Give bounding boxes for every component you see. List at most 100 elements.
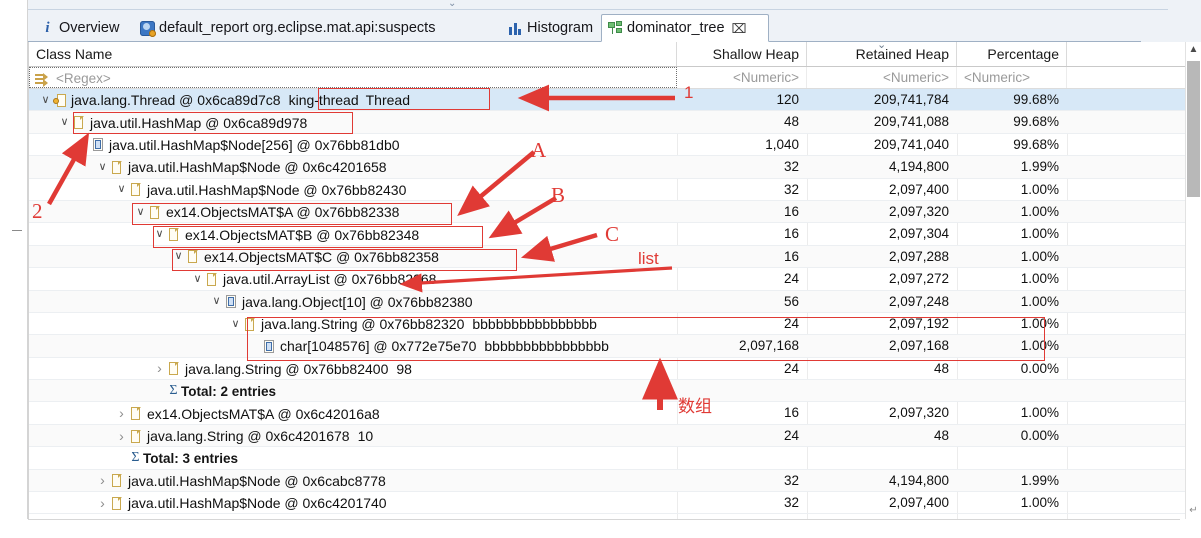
table-row[interactable]: ex14.ObjectsMAT$A @ 0x76bb82338 16 2,097,3… [29,200,1201,224]
collapse-twisty-icon[interactable] [134,207,147,218]
array-object-icon [225,294,238,309]
collapse-twisty-icon[interactable] [58,117,71,128]
tab-dominator-tree[interactable]: dominator_tree ⌧ [601,14,769,42]
table-row[interactable]: java.util.HashMap$Node[256] @ 0x76bb81db… [29,134,1201,157]
scroll-down-arrow-icon[interactable]: ↵ [1186,503,1201,519]
cell-shallow-heap: 16 [783,405,799,421]
table-row[interactable]: java.lang.Thread @ 0x6ca89d7c8 king-threa… [29,89,1201,112]
vertical-scrollbar[interactable]: ▲ ↵ [1185,42,1201,519]
object-icon [111,160,124,175]
table-row[interactable]: ex14.ObjectsMAT$A @ 0x6c42016a8 16 2,097,3… [29,402,1201,425]
table-header-row: Class Name Shallow Heap Retained Heap ⌄ … [29,39,1201,67]
cell-retained-heap [807,380,957,402]
cell-class-name: ex14.ObjectsMAT$A @ 0x76bb82338 [134,201,399,223]
sort-indicator-icon: ⌄ [877,39,887,51]
collapse-twisty-icon[interactable] [153,229,166,240]
table-row[interactable]: java.util.HashMap$Node @ 0x6c4201740 32 2,… [29,492,1201,515]
filter-retained-heap[interactable]: <Numeric> [807,67,957,88]
expand-twisty-icon[interactable] [115,406,128,421]
cell-class-name: java.util.ArrayList @ 0x76bb82368 [191,268,436,290]
table-row[interactable]: java.util.HashMap$Node @ 0x6c4201658 32 4,… [29,156,1201,179]
table-row[interactable]: java.lang.String @ 0x76bb82320 bbbbbbbbbb… [29,313,1201,336]
collapse-twisty-icon[interactable] [96,162,109,173]
tab-overview[interactable]: i Overview [34,14,132,42]
object-value: bbbbbbbbbbbbbbbb [472,316,597,333]
cell-class-name: java.lang.Thread @ 0x6ca89d7c8 king-threa… [39,89,410,111]
object-label: java.lang.String @ 0x76bb82320 [261,316,465,333]
cell-retained-heap: 209,741,040 [873,136,949,152]
cell-class-name: java.util.HashMap$Node @ 0x6c4201658 [96,156,387,178]
column-header-class-name[interactable]: Class Name [29,42,677,66]
tab-histogram[interactable]: Histogram [502,14,600,42]
cell-class-name: java.util.HashMap$Node @ 0x6cabc8778 [96,470,386,492]
cell-shallow-heap: 24 [783,271,799,287]
cell-percentage [957,380,1067,402]
filter-percentage[interactable]: <Numeric> [957,67,1067,88]
object-value: 10 [357,428,374,445]
close-icon[interactable]: ⌧ [732,22,747,35]
collapse-twisty-icon[interactable] [210,296,223,307]
table-row[interactable]: java.lang.String @ 0x76bb82400 98 24 48 0.00… [29,358,1201,381]
object-label: java.util.HashMap$Node @ 0x76bb82430 [147,181,407,198]
scrollbar-thumb[interactable] [1187,61,1200,197]
filter-shallow-heap[interactable]: <Numeric> [677,67,807,88]
expand-twisty-icon[interactable] [96,496,109,511]
cell-shallow-heap [677,380,807,402]
object-icon [168,361,181,376]
cell-percentage: 99.68% [1013,92,1059,107]
table-row[interactable]: java.util.HashMap @ 0x6ca89d978 48 209,741… [29,111,1201,134]
thread-object-icon [53,93,67,108]
collapse-twisty-icon[interactable] [39,95,52,106]
table-row[interactable]: ex14.ObjectsMAT$B @ 0x76bb82348 16 2,097,3… [29,223,1201,246]
cell-class-name: Σ Total: 3 entries [115,447,238,469]
dominator-tree-icon [608,20,623,36]
cell-percentage: 1.00% [1020,405,1059,421]
cell-class-name: java.util.HashMap$Node[256] @ 0x76bb81db… [77,134,400,156]
expand-twisty-icon[interactable] [115,429,128,444]
object-label: ex14.ObjectsMAT$A @ 0x6c42016a8 [147,405,380,422]
object-icon [206,272,219,287]
table-row[interactable]: java.lang.Object[10] @ 0x76bb82380 56 2,09… [29,290,1201,313]
total-row-label: Total: 2 entries [181,383,277,399]
object-label: java.lang.String @ 0x76bb82400 [185,360,389,377]
column-header-shallow-heap[interactable]: Shallow Heap [677,42,807,66]
column-header-percentage[interactable]: Percentage [957,42,1067,66]
cell-shallow-heap: 32 [783,472,799,488]
cell-percentage: 99.68% [1013,136,1059,152]
tab-histogram-label: Histogram [527,19,594,36]
table-row[interactable]: ex14.ObjectsMAT$C @ 0x76bb82358 16 2,097,2… [29,245,1201,269]
cell-percentage [957,447,1067,469]
collapse-twisty-icon[interactable] [172,251,185,262]
table-row[interactable]: java.util.HashMap$Node @ 0x6cabc8778 32 4,… [29,469,1201,493]
table-row[interactable]: Σ Total: 2 entries [29,380,1201,403]
filter-class-name-text: <Regex> [56,71,111,86]
collapse-twisty-icon[interactable] [229,319,242,330]
cell-retained-heap: 2,097,248 [888,293,949,309]
collapse-twisty-icon[interactable] [77,139,90,150]
object-icon [111,496,124,511]
tab-default-report[interactable]: default_report org.eclipse.mat.api:suspe… [134,14,500,42]
object-value: king-thread [288,92,359,109]
table-row[interactable]: java.lang.String @ 0x6c4201678 10 24 48 0.00… [29,424,1201,448]
scroll-up-arrow-icon[interactable]: ▲ [1186,42,1201,58]
table-row[interactable]: java.util.HashMap$Node @ 0x76bb82430 32 2,… [29,179,1201,201]
table-row[interactable]: Σ Total: 3 entries [29,447,1201,470]
cell-percentage: 1.00% [1020,203,1059,219]
cell-class-name: java.lang.String @ 0x76bb82400 98 [153,358,412,380]
table-row[interactable]: java.util.ArrayList @ 0x76bb82368 24 2,097… [29,268,1201,291]
expand-twisty-icon[interactable] [153,361,166,376]
object-icon [130,406,143,421]
top-strip-glyph: ⌄ [448,0,457,9]
table-row[interactable]: char[1048576] @ 0x772e75e70 bbbbbbbbbbbbb… [29,335,1201,358]
bottom-strip [0,519,1201,534]
cell-retained-heap: 2,097,320 [888,203,949,219]
filter-class-name[interactable]: <Regex> [29,67,677,88]
expand-twisty-icon[interactable] [96,473,109,488]
cell-percentage: 99.68% [1013,114,1059,130]
cell-shallow-heap: 16 [783,226,799,242]
cell-retained-heap: 2,097,320 [888,405,949,421]
filter-filler [1067,67,1171,88]
collapse-twisty-icon[interactable] [115,184,128,195]
object-label: ex14.ObjectsMAT$C @ 0x76bb82358 [204,248,439,265]
collapse-twisty-icon[interactable] [191,274,204,285]
